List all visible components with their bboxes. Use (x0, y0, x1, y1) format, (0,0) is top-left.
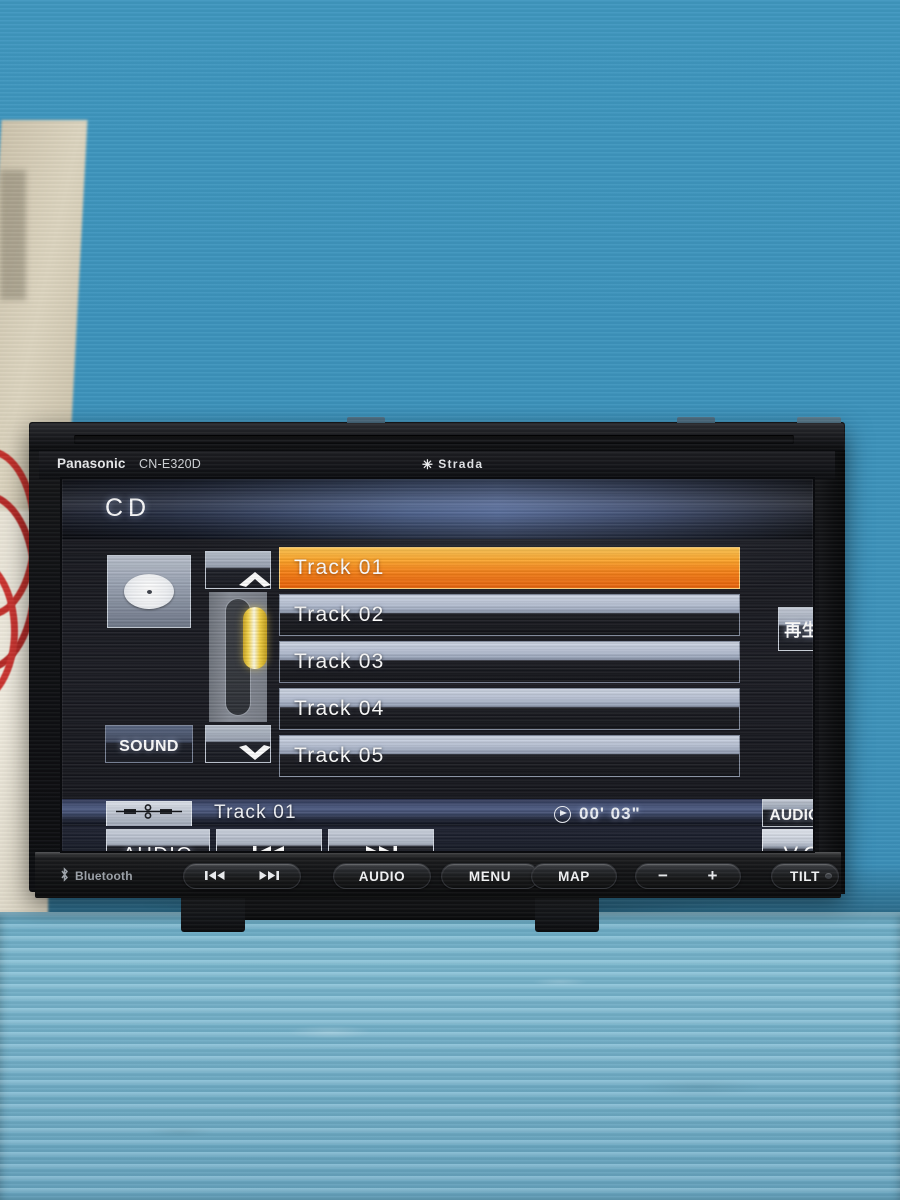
chassis-side-depth (819, 450, 845, 894)
disc-icon-button[interactable] (107, 555, 191, 628)
hw-menu-label: MENU (468, 868, 512, 884)
track-label: Track 04 (294, 697, 385, 720)
track-list-item[interactable]: Track 02 (279, 594, 740, 636)
disc-slot[interactable] (74, 435, 794, 444)
track-list-item[interactable]: Track 05 (279, 735, 740, 777)
mount-bracket-right (535, 892, 599, 932)
button-bar-highlight (35, 852, 841, 857)
hw-audio-button[interactable]: AUDIO (333, 863, 431, 889)
hw-map-label: MAP (558, 868, 590, 884)
play-mode-button[interactable]: 再生モード (778, 607, 813, 651)
volume-button-label: VOL (783, 842, 813, 851)
sound-button-label: SOUND (119, 738, 179, 755)
ir-sensor-icon (825, 873, 832, 879)
brand-strip: Panasonic CN-E320D ✳ Strada (39, 451, 835, 479)
mount-bracket-left (181, 892, 245, 932)
bluetooth-logo: Bluetooth (59, 867, 133, 885)
bluetooth-icon (59, 867, 70, 885)
track-label: Track 05 (294, 744, 385, 767)
play-mode-label: 再生モード (784, 620, 813, 641)
disc-icon (124, 574, 174, 609)
workbench-surface (0, 912, 900, 1200)
track-list-item[interactable]: Track 03 (279, 641, 740, 683)
sound-button[interactable]: SOUND (105, 725, 193, 763)
hw-tilt-label: TILT (790, 868, 820, 884)
bluetooth-label: Bluetooth (75, 869, 133, 883)
scrollbar-groove (225, 598, 267, 716)
star-icon: ✳ (422, 456, 435, 472)
workbench-scuffs (0, 912, 900, 1200)
hw-volume-rocker[interactable]: − + (635, 863, 741, 889)
track-label: Track 03 (294, 650, 385, 673)
track-list-item[interactable]: Track 01 (279, 547, 740, 589)
track-scroll-column (205, 551, 271, 763)
audio-off-button[interactable]: AUDIO OFF (762, 799, 813, 827)
equalizer-button[interactable] (106, 801, 192, 827)
skip-next-icon (362, 844, 400, 851)
unit-chassis: Panasonic CN-E320D ✳ Strada CD SOUND Tra… (29, 417, 845, 898)
track-list-item[interactable]: Track 04 (279, 688, 740, 730)
background-shadow (0, 170, 26, 300)
elapsed-time-value: 00' 03" (579, 804, 641, 823)
audio-source-button[interactable]: AUDIO (106, 829, 210, 851)
audio-off-label: AUDIO OFF (769, 807, 813, 824)
photo-scene: Panasonic CN-E320D ✳ Strada CD SOUND Tra… (0, 0, 900, 1200)
scroll-up-button[interactable] (205, 551, 271, 589)
previous-track-button[interactable] (216, 829, 322, 851)
next-track-button[interactable] (328, 829, 434, 851)
series-logo-text: Strada (438, 457, 484, 471)
screen-header-sheen (62, 479, 813, 539)
brand-name: Panasonic (57, 456, 126, 471)
equalizer-icon (114, 803, 184, 825)
hw-volume-down[interactable]: − (658, 866, 669, 886)
play-circle-icon (554, 805, 571, 823)
skip-next-icon[interactable] (258, 869, 280, 884)
audio-button-label: AUDIO (123, 844, 194, 852)
source-label: CD (105, 494, 152, 522)
scrollbar-thumb[interactable] (243, 607, 267, 669)
screen-header-band (62, 479, 813, 539)
hw-map-button[interactable]: MAP (531, 863, 617, 889)
chassis-top-lip (30, 423, 844, 451)
track-list[interactable]: Track 01 Track 02 Track 03 Track 04 Trac… (279, 547, 740, 782)
series-logo: ✳ Strada (422, 457, 483, 471)
hardware-button-bar: Bluetooth AUDIO MENU MAP − + TILT (35, 852, 841, 898)
lcd-screen[interactable]: CD SOUND Track 01 Track 02 Track 03 Trac… (62, 479, 813, 851)
elapsed-time-display: 00' 03" (554, 804, 641, 824)
track-label: Track 01 (294, 556, 385, 579)
hw-skip-rocker[interactable] (183, 863, 301, 889)
skip-previous-icon (250, 844, 288, 851)
hw-volume-up[interactable]: + (707, 866, 718, 886)
hw-audio-label: AUDIO (358, 868, 406, 884)
hw-menu-button[interactable]: MENU (441, 863, 539, 889)
model-number: CN-E320D (139, 457, 202, 471)
now-playing-title: Track 01 (214, 802, 297, 823)
volume-button[interactable]: VOL (762, 829, 813, 851)
track-label: Track 02 (294, 603, 385, 626)
scroll-down-button[interactable] (205, 725, 271, 763)
scrollbar-track[interactable] (209, 592, 267, 722)
skip-previous-icon[interactable] (204, 869, 226, 884)
car-head-unit: Panasonic CN-E320D ✳ Strada CD SOUND Tra… (29, 417, 845, 932)
